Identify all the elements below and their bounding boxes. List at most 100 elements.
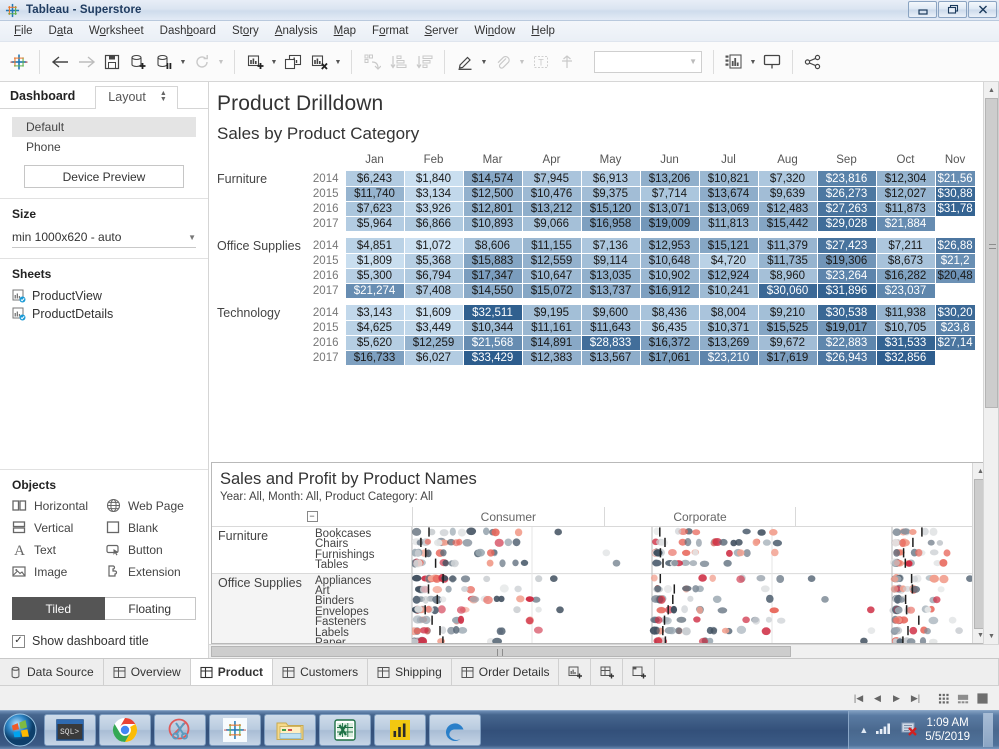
scatter-mark[interactable] <box>504 538 513 547</box>
scatter-mark[interactable] <box>687 595 694 602</box>
object-button[interactable]: Button <box>106 542 196 557</box>
heatmap-cell[interactable]: $7,320 <box>757 170 818 187</box>
tab-order-details[interactable]: Order Details <box>452 659 560 685</box>
scatter-mark[interactable] <box>929 574 939 583</box>
scatter-mark[interactable] <box>757 529 766 536</box>
scatter-mark[interactable] <box>695 538 702 547</box>
scatter-mark[interactable] <box>421 615 431 625</box>
scatter-mark[interactable] <box>867 606 875 614</box>
object-text[interactable]: A Text <box>12 542 102 560</box>
scatter-mark[interactable] <box>425 605 432 613</box>
show-hidden-icons-icon[interactable]: ▲ <box>859 725 868 735</box>
scatter-mark[interactable] <box>416 539 423 546</box>
heatmap-cell[interactable]: $30,538 <box>816 304 877 321</box>
scatter-mark[interactable] <box>658 539 668 547</box>
scatter-mark[interactable] <box>657 595 666 604</box>
scatter-mark[interactable] <box>894 595 901 603</box>
heatmap-cell[interactable]: $5,964 <box>344 216 405 232</box>
scatter-mark[interactable] <box>766 594 774 603</box>
heatmap-row[interactable]: 2016 $5,300 $6,794 $17,347 $10,647 $13,035 $10… <box>209 268 976 284</box>
scatter-mark[interactable] <box>414 605 423 613</box>
scatter-mark[interactable] <box>692 549 699 556</box>
heatmap-cell[interactable]: $9,066 <box>521 216 582 232</box>
scatter-mark[interactable] <box>709 574 716 582</box>
heatmap-cell[interactable]: $10,648 <box>639 253 700 269</box>
scatter-mark[interactable] <box>717 607 728 614</box>
scatter-mark[interactable] <box>442 559 449 567</box>
scatter-mark[interactable] <box>483 595 493 605</box>
scatter-mark[interactable] <box>721 627 730 634</box>
scatter-mark[interactable] <box>520 559 529 566</box>
minimize-button[interactable] <box>908 1 937 18</box>
scatter-mark[interactable] <box>948 616 957 624</box>
scatter-mark[interactable] <box>654 616 663 624</box>
menu-data[interactable]: Data <box>41 23 81 39</box>
scatter-mark[interactable] <box>450 559 459 568</box>
tab-data-source[interactable]: Data Source <box>0 659 104 685</box>
heatmap-cell[interactable]: $11,938 <box>875 304 936 321</box>
taskbar-clock[interactable]: 1:09 AM 5/5/2019 <box>925 716 970 744</box>
checkbox-checked-icon[interactable]: ✓ <box>12 634 25 648</box>
scatter-mark[interactable] <box>726 549 733 557</box>
scatter-mark[interactable] <box>653 626 660 635</box>
scatter-mark[interactable] <box>736 549 745 557</box>
pause-data-updates-icon[interactable] <box>151 49 177 75</box>
taskbar-snipping-tool[interactable] <box>154 714 206 746</box>
menu-server[interactable]: Server <box>416 23 466 39</box>
scatter-row-group[interactable]: Furniture Bookcases Chairs Furnishings Table… <box>212 527 411 574</box>
heatmap-cell[interactable]: $21,274 <box>344 283 405 299</box>
heatmap-cell[interactable]: $10,476 <box>521 186 582 202</box>
scatter-mark[interactable] <box>514 528 523 537</box>
menu-format[interactable]: Format <box>364 23 416 39</box>
highlight-dropdown-icon[interactable]: ▼ <box>478 49 490 75</box>
heatmap-cell[interactable]: $13,674 <box>698 186 759 202</box>
new-data-source-icon[interactable] <box>125 49 151 75</box>
scatter-mark[interactable] <box>449 527 456 536</box>
tab-shipping[interactable]: Shipping <box>368 659 452 685</box>
fit-combo[interactable]: ▼ <box>594 50 702 73</box>
scatter-mark[interactable] <box>891 538 900 547</box>
scatter-mark[interactable] <box>674 527 682 535</box>
show-sheet-sorter-icon[interactable] <box>955 690 972 707</box>
scatter-mark[interactable] <box>692 529 701 536</box>
close-button[interactable] <box>968 1 997 18</box>
heatmap-cell[interactable]: $1,609 <box>403 304 464 321</box>
heatmap-cell[interactable]: $5,300 <box>344 268 405 284</box>
show-single-sheet-icon[interactable] <box>974 690 991 707</box>
heatmap-cell[interactable]: $17,619 <box>757 350 818 366</box>
heatmap-cell[interactable]: $23,816 <box>816 170 877 187</box>
scatter-mark[interactable] <box>432 586 443 594</box>
heatmap-cell[interactable]: $20,48 <box>934 268 976 284</box>
scatter-mark[interactable] <box>736 575 745 583</box>
heatmap-cell[interactable]: $13,567 <box>580 350 641 366</box>
heatmap-cell[interactable]: $8,673 <box>875 253 936 269</box>
scatter-mark[interactable] <box>742 616 750 624</box>
swap-rows-cols-icon[interactable] <box>359 49 385 75</box>
scatter-mark[interactable] <box>735 539 743 546</box>
new-worksheet-icon[interactable] <box>242 49 268 75</box>
scatter-mark[interactable] <box>760 585 770 593</box>
scatter-mark[interactable] <box>512 559 519 567</box>
heatmap-cell[interactable]: $6,866 <box>403 216 464 232</box>
scatter-mark[interactable] <box>475 548 485 557</box>
scatter-mark[interactable] <box>902 585 912 592</box>
heatmap-cell[interactable]: $5,620 <box>344 335 405 351</box>
show-desktop-button[interactable] <box>983 713 993 747</box>
save-icon[interactable] <box>99 49 125 75</box>
scatter-mark[interactable] <box>928 616 939 625</box>
heatmap-cell[interactable] <box>934 283 976 299</box>
scatter-mark[interactable] <box>554 528 562 536</box>
heatmap-cell[interactable]: $13,071 <box>639 201 700 217</box>
scatter-mark[interactable] <box>456 538 463 546</box>
heatmap-cell[interactable]: $12,924 <box>698 268 759 284</box>
heatmap-cell[interactable]: $27,14 <box>934 335 976 351</box>
scatter-mark[interactable] <box>676 616 687 623</box>
scatter-mark[interactable] <box>890 585 899 593</box>
show-me-icon[interactable] <box>721 49 747 75</box>
heatmap-cell[interactable]: $15,121 <box>698 237 759 254</box>
scatter-mark[interactable] <box>491 528 500 537</box>
heatmap-cell[interactable]: $15,442 <box>757 216 818 232</box>
heatmap-cell[interactable]: $3,143 <box>344 304 405 321</box>
scatter-mark[interactable] <box>777 617 786 624</box>
scatter-mark[interactable] <box>743 549 751 558</box>
